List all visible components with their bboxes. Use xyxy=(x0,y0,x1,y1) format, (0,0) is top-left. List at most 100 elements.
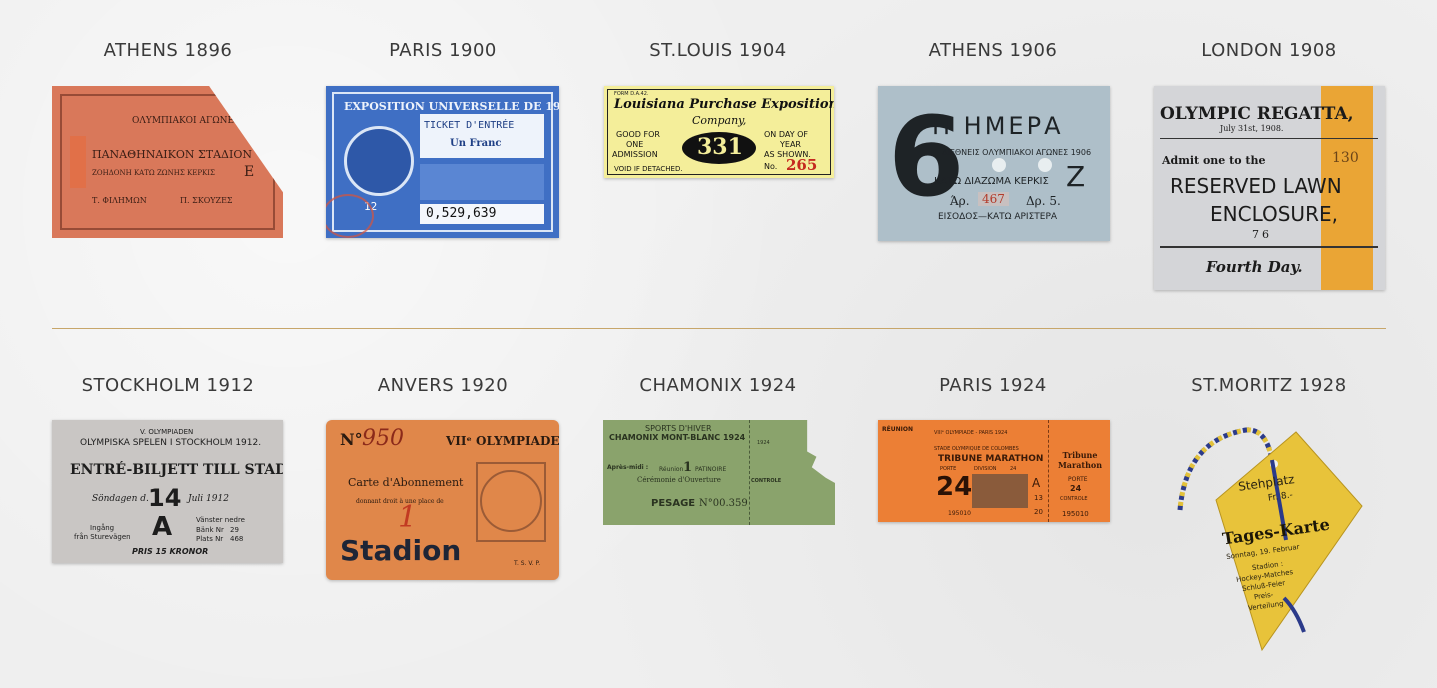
paris1900-title: TICKET D'ENTRÉE xyxy=(424,120,515,131)
stockholm-right2: Bänk Nr xyxy=(196,526,224,534)
stockholm-letter: A xyxy=(152,512,173,542)
anvers-olympiade: VIIᵉ OLYMPIADE xyxy=(446,434,559,448)
london-rule xyxy=(1160,138,1378,139)
paris1924-row2: 20 xyxy=(1034,508,1043,516)
paris1924-right-porte-num: 24 xyxy=(1070,484,1082,493)
stockholm-line2: OLYMPISKA SPELEN I STOCKHOLM 1912. xyxy=(80,438,262,448)
paris1900-header: EXPOSITION UNIVERSELLE DE 1900 xyxy=(344,100,559,113)
chamonix-header2: CHAMONIX MONT-BLANC 1924 xyxy=(609,433,746,442)
paris1924-right-porte: PORTE xyxy=(1068,476,1088,483)
london-rule xyxy=(1160,246,1378,248)
stockholm-entry2: från Sturevägen xyxy=(74,533,131,541)
chamonix-controle: CONTROLE xyxy=(751,478,782,484)
london-title: OLYMPIC REGATTA, xyxy=(1160,104,1354,124)
paris1900-number: 0,529,639 xyxy=(426,206,497,221)
anvers-no-label: N° xyxy=(340,430,363,449)
ticket-london-1908[interactable]: OLYMPIC REGATTA, July 31st, 1908. Admit … xyxy=(1154,86,1385,290)
stockholm-date-pre: Söndagen d. xyxy=(92,494,149,504)
anvers-no-value: 950 xyxy=(362,426,404,451)
anvers-mark: 1 xyxy=(398,500,418,535)
london-admit: Admit one to the xyxy=(1162,154,1266,167)
caption-paris-1900: PARIS 1900 xyxy=(389,40,497,61)
stlouis-company: Company, xyxy=(692,114,747,127)
stockholm-right3: Plats Nr xyxy=(196,535,224,543)
paris1900-price: Un Franc xyxy=(450,138,502,149)
stockholm-date-post: Juli 1912 xyxy=(188,494,229,504)
athens1896-sig-left: Τ. ΦΙΛΗΜΩΝ xyxy=(92,196,147,205)
ticket-chamonix-1924[interactable]: SPORTS D'HIVER CHAMONIX MONT-BLANC 1924 … xyxy=(603,420,835,525)
paris1924-tribune: TRIBUNE MARATHON xyxy=(938,454,1044,464)
stlouis-title: Louisiana Purchase Exposition xyxy=(614,97,834,112)
athens1906-line1: ΔΙΕΘΝΕΙΣ ΟΛΥΜΠΙΑΚΟΙ ΑΓΩΝΕΣ 1906 xyxy=(942,148,1092,157)
anvers-big: Stadion xyxy=(340,534,462,567)
chamonix-header1: SPORTS D'HIVER xyxy=(645,424,712,433)
stlouis-left2: ONE xyxy=(626,140,644,149)
chamonix-apres: Après-midi : xyxy=(607,464,649,471)
paris1924-letter: A xyxy=(1032,476,1041,490)
athens1896-sig-right: Π. ΣΚΟΥΖΕΣ xyxy=(180,196,233,205)
caption-stockholm-1912: STOCKHOLM 1912 xyxy=(81,375,255,396)
london-line2: ENCLOSURE, xyxy=(1210,202,1338,226)
stockholm-title: ENTRÉ-BILJETT TILL STADION xyxy=(70,462,283,478)
stlouis-no-label: No. xyxy=(764,162,778,171)
chamonix-reunion: Réunion xyxy=(659,466,684,473)
anvers-footer: T. S. V. P. xyxy=(514,560,541,567)
paris1924-right-controle: CONTROLE xyxy=(1060,496,1088,502)
stockholm-right3v: 468 xyxy=(230,535,244,543)
ticket-stockholm-1912[interactable]: V. OLYMPIADEN OLYMPISKA SPELEN I STOCKHO… xyxy=(52,420,283,563)
chamonix-ceremonie: Cérémonie d'Ouverture xyxy=(637,476,721,484)
stockholm-right2v: 29 xyxy=(230,526,239,534)
exposition-scene xyxy=(420,164,544,200)
chamonix-number: N°00.359 xyxy=(699,498,748,509)
ticket-anvers-1920[interactable]: N° 950 VIIᵉ OLYMPIADE Carte d'Abonnement… xyxy=(326,420,559,580)
medallion xyxy=(344,126,414,196)
ticket-stmoritz-1928[interactable]: Stehplatz Fr. 8.- Tages-Karte Sonntag, 1… xyxy=(1176,420,1372,652)
paris1924-division: DIVISION xyxy=(974,466,997,472)
athens1906-day: Η ΗΜΕΡΑ xyxy=(932,112,1064,140)
stockholm-right1: Vänster nedre xyxy=(196,516,245,524)
punch-hole xyxy=(1038,158,1052,172)
caption-athens-1896: ATHENS 1896 xyxy=(103,40,233,61)
stlouis-left1: GOOD FOR xyxy=(616,130,660,139)
caption-london-1908: LONDON 1908 xyxy=(1201,40,1337,61)
caption-paris-1924: PARIS 1924 xyxy=(939,375,1047,396)
punch-hole xyxy=(992,158,1006,172)
anvers-stamp-circle xyxy=(480,470,542,532)
caption-stlouis-1904: ST.LOUIS 1904 xyxy=(649,40,787,61)
section-divider xyxy=(52,328,1386,329)
ticket-athens-1896[interactable]: ΟΛΥΜΠΙΑΚΟΙ ΑΓΩΝΕΣ ΠΑΝΑΘΗΝΑΙΚΟΝ ΣΤΑΔΙΟΝ Ζ… xyxy=(52,86,283,238)
london-seat: 76 xyxy=(1252,228,1272,241)
paris1924-reunion: RÉUNION xyxy=(882,426,913,433)
stlouis-right2: YEAR xyxy=(780,140,801,149)
caption-anvers-1920: ANVERS 1920 xyxy=(377,375,509,396)
paris1924-perforation xyxy=(1048,420,1049,522)
athens1906-letter: Ζ xyxy=(1066,160,1086,193)
stockholm-price: PRIS 15 KRONOR xyxy=(132,547,209,556)
caption-chamonix-1924: CHAMONIX 1924 xyxy=(639,375,797,396)
stlouis-right1: ON DAY OF xyxy=(764,130,809,139)
paris1924-row: 13 xyxy=(1034,494,1043,502)
chamonix-reunion-num: 1 xyxy=(683,460,693,475)
london-line1: RESERVED LAWN xyxy=(1170,174,1342,198)
athens1896-line2: ΠΑΝΑΘΗΝΑΙΚΟΝ ΣΤΑΔΙΟΝ xyxy=(92,148,252,161)
paris1924-title: VIIIᵉ OLYMPIADE - PARIS 1924 xyxy=(934,430,1008,436)
ticket-stlouis-1904[interactable]: FORM D.A.42. Louisiana Purchase Expositi… xyxy=(604,86,834,178)
stockholm-line1: V. OLYMPIADEN xyxy=(140,428,194,436)
stockholm-entry1: Ingång xyxy=(90,524,115,532)
stlouis-void: VOID IF DETACHED. xyxy=(614,165,683,173)
athens1906-line4: ΕΙΣΟΔΟΣ—ΚΑΤΩ ΑΡΙΣΤΕΡΑ xyxy=(938,212,1058,222)
chamonix-pesage: PESAGE xyxy=(651,498,696,509)
ticket-paris-1924[interactable]: RÉUNION VIIIᵉ OLYMPIADE - PARIS 1924 STA… xyxy=(878,420,1110,522)
ticket-athens-1906[interactable]: 6 Η ΗΜΕΡΑ ΔΙΕΘΝΕΙΣ ΟΛΥΜΠΙΑΚΟΙ ΑΓΩΝΕΣ 190… xyxy=(878,86,1110,241)
stockholm-date-num: 14 xyxy=(148,484,182,512)
paris1924-stade: STADE OLYMPIQUE DE COLOMBES xyxy=(934,446,1019,452)
ticket-paris-1900[interactable]: EXPOSITION UNIVERSELLE DE 1900 12 TICKET… xyxy=(326,86,559,238)
chamonix-perforation xyxy=(749,420,750,525)
stadium-photo xyxy=(972,474,1028,508)
stlouis-number: 331 xyxy=(697,134,743,160)
athens1906-price: Δρ. 5. xyxy=(1026,194,1061,208)
paris1924-big: 24 xyxy=(936,472,973,502)
athens1896-line1: ΟΛΥΜΠΙΑΚΟΙ ΑΓΩΝΕΣ xyxy=(132,116,241,126)
athens1906-row-value: 467 xyxy=(978,192,1009,206)
paris1924-number: 195010 xyxy=(948,510,971,517)
